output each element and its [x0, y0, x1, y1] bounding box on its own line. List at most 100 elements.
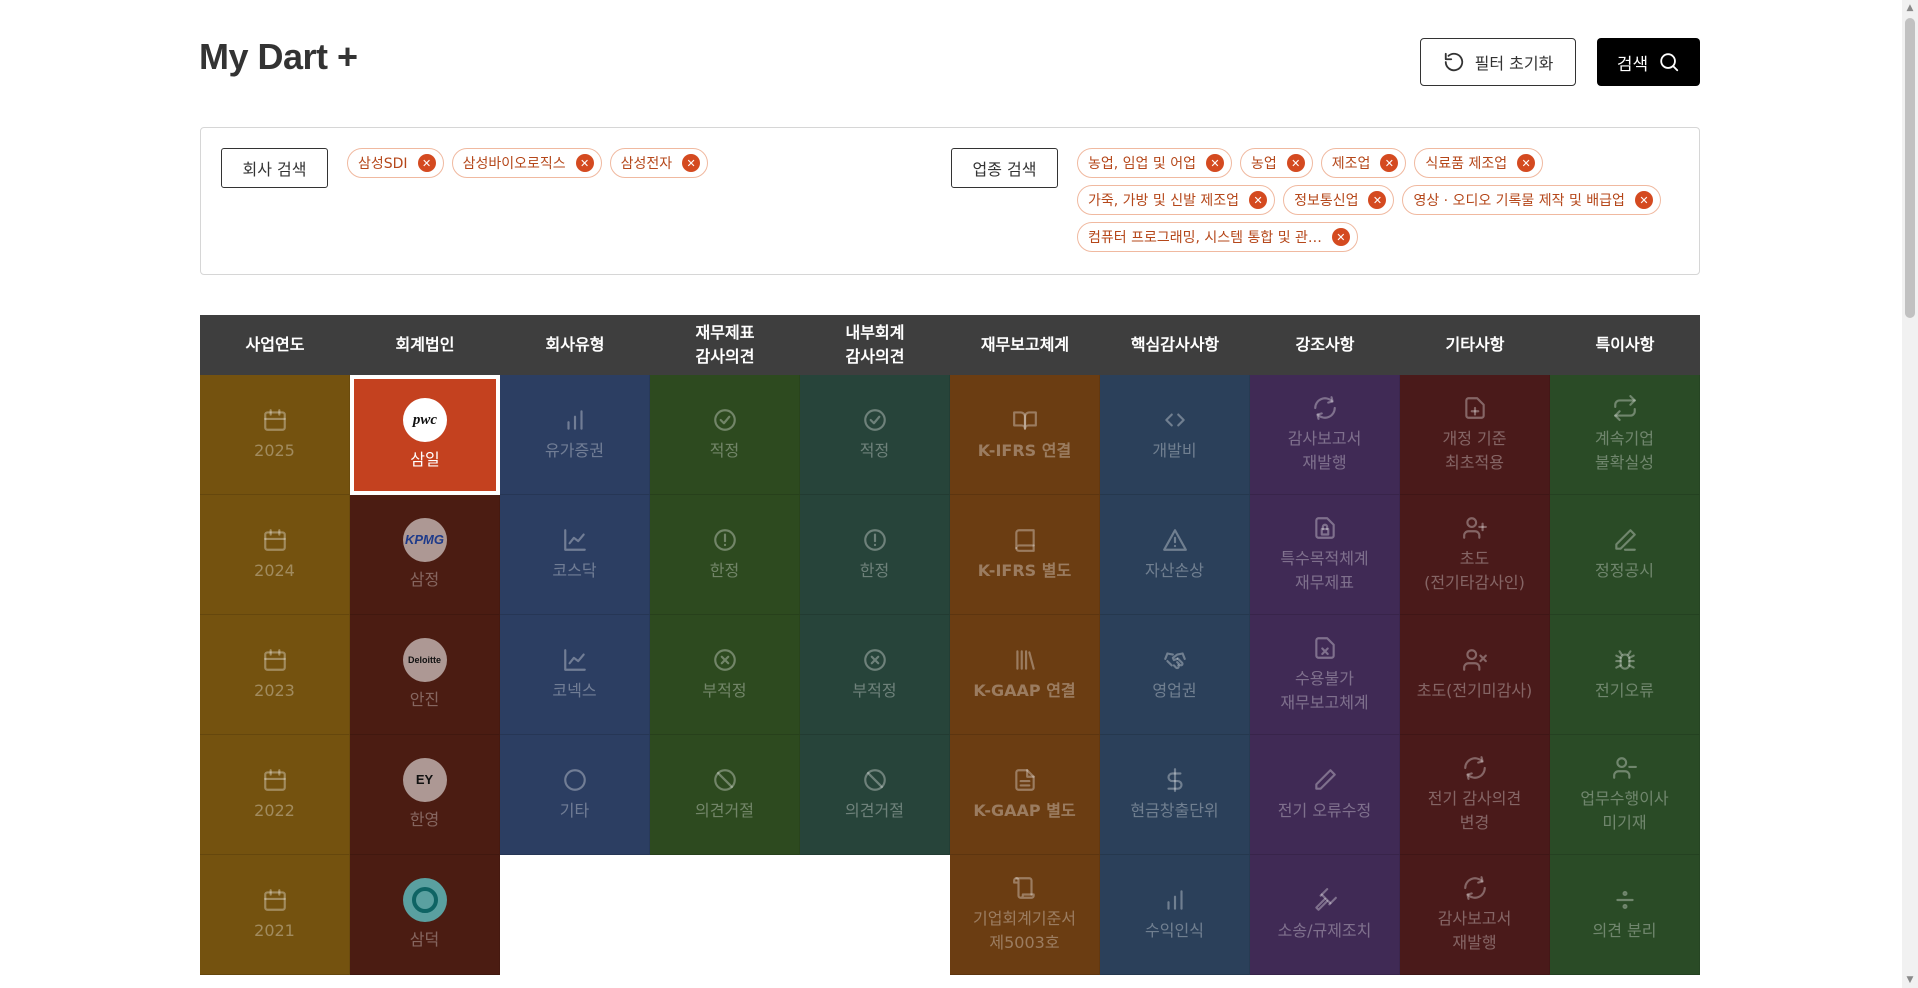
file-text-icon: [1014, 768, 1035, 791]
fs-opinion-option[interactable]: 부적정: [650, 615, 800, 735]
reset-filters-button[interactable]: 필터 초기화: [1420, 38, 1576, 86]
scroll-up-arrow-icon[interactable]: ▲: [1905, 3, 1915, 13]
filter-chip-label: 농업: [1250, 156, 1277, 172]
company-type-option[interactable]: 기타: [500, 735, 650, 855]
year-option[interactable]: 2025: [200, 375, 350, 495]
column-header: 특이사항: [1595, 335, 1655, 354]
kam-option-label: 영업권: [1152, 680, 1197, 700]
remove-chip-icon[interactable]: ✕: [682, 154, 701, 172]
column-header: 사업연도: [245, 335, 305, 354]
special-matter-option[interactable]: 정정공시: [1550, 495, 1700, 615]
other-matter-option-label: 전기 감사의견 변경: [1427, 788, 1522, 832]
year-option[interactable]: 2023: [200, 615, 350, 735]
special-matter-option[interactable]: 의견 분리: [1550, 855, 1700, 975]
firm-option[interactable]: pwc 삼일: [350, 375, 500, 495]
emphasis-option[interactable]: 전기 오류수정: [1250, 735, 1400, 855]
special-matter-option-label: 업무수행이사 미기재: [1580, 788, 1669, 832]
emphasis-option[interactable]: 소송/규제조치: [1250, 855, 1400, 975]
other-matter-option[interactable]: 초도(전기미감사): [1400, 615, 1550, 735]
kam-column: 개발비자산손상영업권현금창출단위수익인식: [1100, 375, 1250, 975]
company-search-button[interactable]: 회사 검색: [221, 148, 328, 188]
emphasis-option-label: 특수목적체계 재무제표: [1280, 548, 1369, 592]
company-chip-list: 삼성SDI ✕ 삼성바이오로직스 ✕ 삼성전자 ✕: [347, 148, 817, 178]
special-matter-option-label: 의견 분리: [1592, 920, 1657, 940]
emphasis-option[interactable]: 특수목적체계 재무제표: [1250, 495, 1400, 615]
special-matter-option[interactable]: 계속기업 불확실성: [1550, 375, 1700, 495]
remove-chip-icon[interactable]: ✕: [1517, 154, 1536, 172]
search-button[interactable]: 검색: [1597, 38, 1700, 86]
emphasis-option[interactable]: 수용불가 재무보고체계: [1250, 615, 1400, 735]
year-option-label: 2024: [254, 560, 295, 580]
other-matter-option[interactable]: 전기 감사의견 변경: [1400, 735, 1550, 855]
fs-opinion-option[interactable]: 의견거절: [650, 735, 800, 855]
scroll-down-arrow-icon[interactable]: ▼: [1905, 975, 1915, 985]
company-type-option-label: 코스닥: [552, 560, 597, 580]
emphasis-option[interactable]: 감사보고서 재발행: [1250, 375, 1400, 495]
framework-option[interactable]: K-GAAP 연결: [950, 615, 1100, 735]
icfr-opinion-option[interactable]: 의견거절: [800, 735, 950, 855]
framework-option[interactable]: K-IFRS 연결: [950, 375, 1100, 495]
firm-option[interactable]: KPMG 삼정: [350, 495, 500, 615]
remove-chip-icon[interactable]: ✕: [1368, 191, 1387, 209]
icfr-opinion-option[interactable]: 한정: [800, 495, 950, 615]
remove-chip-icon[interactable]: ✕: [1380, 154, 1399, 172]
other-matter-option[interactable]: 개정 기준 최초적용: [1400, 375, 1550, 495]
other-matter-option[interactable]: 감사보고서 재발행: [1400, 855, 1550, 975]
file-x-icon: [1314, 636, 1335, 659]
other-matter-option-label: 감사보고서 재발행: [1437, 908, 1512, 952]
kam-option[interactable]: 수익인식: [1100, 855, 1250, 975]
framework-option[interactable]: K-GAAP 별도: [950, 735, 1100, 855]
other-matter-option[interactable]: 초도 (전기타감사인): [1400, 495, 1550, 615]
icfr-opinion-option-label: 의견거절: [845, 800, 904, 820]
remove-chip-icon[interactable]: ✕: [575, 154, 594, 172]
fs-opinion-option[interactable]: 한정: [650, 495, 800, 615]
company-type-option[interactable]: 코스닥: [500, 495, 650, 615]
page: My Dart + 필터 초기화 검색 회사 검색 삼성SDI ✕ 삼성바이오로직스…: [0, 0, 1918, 988]
fs-opinion-option-label: 적정: [709, 440, 740, 460]
icfr-opinion-option-label: 적정: [859, 440, 890, 460]
filter-chip-label: 삼성SDI: [358, 156, 408, 172]
remove-chip-icon[interactable]: ✕: [1634, 191, 1653, 209]
company-type-option[interactable]: 유가증권: [500, 375, 650, 495]
scrollbar-thumb[interactable]: [1905, 18, 1915, 318]
column-header: 회사유형: [545, 335, 605, 354]
library-icon: [1015, 649, 1035, 670]
framework-option[interactable]: K-IFRS 별도: [950, 495, 1100, 615]
firm-option[interactable]: 삼덕: [350, 855, 500, 975]
industry-search-button[interactable]: 업종 검색: [951, 148, 1058, 188]
icfr-opinion-option[interactable]: 적정: [800, 375, 950, 495]
kam-option[interactable]: 개발비: [1100, 375, 1250, 495]
kam-option[interactable]: 현금창출단위: [1100, 735, 1250, 855]
remove-chip-icon[interactable]: ✕: [1249, 191, 1268, 209]
remove-chip-icon[interactable]: ✕: [1286, 154, 1305, 172]
remove-chip-icon[interactable]: ✕: [1205, 154, 1224, 172]
fin_opinion-column: 적정한정 부적정 의견거절: [650, 375, 800, 855]
remove-chip-icon[interactable]: ✕: [417, 154, 436, 172]
search-label: 검색: [1616, 54, 1649, 75]
remove-chip-icon[interactable]: ✕: [1331, 228, 1350, 246]
file-lock-icon: [1314, 516, 1335, 539]
special-matter-option[interactable]: 전기오류: [1550, 615, 1700, 735]
year-option-label: 2021: [254, 920, 295, 940]
filter-chip-label: 삼성전자: [620, 156, 673, 172]
fs-opinion-option[interactable]: 적정: [650, 375, 800, 495]
kam-option-label: 수익인식: [1145, 920, 1204, 940]
company-type-option[interactable]: 코넥스: [500, 615, 650, 735]
special-matter-option[interactable]: 업무수행이사 미기재: [1550, 735, 1700, 855]
kam-option-label: 자산손상: [1145, 560, 1204, 580]
kam-option[interactable]: 자산손상: [1100, 495, 1250, 615]
framework-option[interactable]: 기업회계기준서 제5003호: [950, 855, 1100, 975]
deloitte-logo-icon: Deloitte: [402, 637, 447, 682]
firm-option[interactable]: EY 한영: [350, 735, 500, 855]
company-type-option-label: 기타: [559, 800, 590, 820]
year-option[interactable]: 2024: [200, 495, 350, 615]
icfr-opinion-option[interactable]: 부적정: [800, 615, 950, 735]
year-option[interactable]: 2021: [200, 855, 350, 975]
divide-icon: [1615, 890, 1634, 909]
firm-option[interactable]: Deloitte 안진: [350, 615, 500, 735]
kam-option[interactable]: 영업권: [1100, 615, 1250, 735]
year-option-label: 2025: [254, 440, 295, 460]
calendar-icon: [263, 768, 286, 791]
year-option-label: 2023: [254, 680, 295, 700]
year-option[interactable]: 2022: [200, 735, 350, 855]
